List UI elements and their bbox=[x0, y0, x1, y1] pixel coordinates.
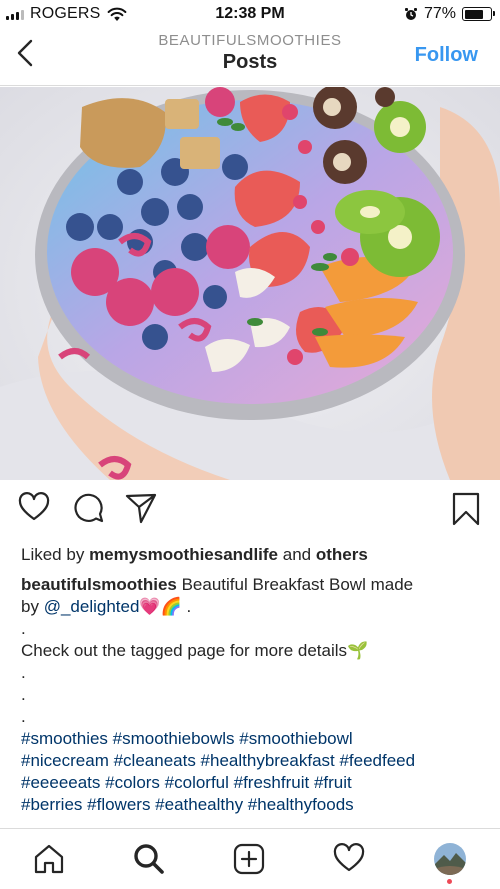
status-bar: ROGERS 12:38 PM 77% bbox=[0, 0, 500, 28]
comment-icon[interactable] bbox=[73, 492, 105, 524]
post-header: BEAUTIFULSMOOTHIES Posts Follow bbox=[0, 28, 500, 86]
avatar bbox=[434, 843, 466, 875]
caption-dot: . bbox=[21, 685, 26, 704]
caption-dot: . bbox=[21, 663, 26, 682]
bottom-nav bbox=[0, 828, 500, 889]
likes-line: Liked by memysmoothiesandlife and others bbox=[21, 544, 486, 566]
battery-fill bbox=[464, 9, 483, 19]
liked-by-others-link[interactable]: others bbox=[316, 545, 368, 564]
hashtag-line[interactable]: #berries #flowers #eathealthy #healthyfo… bbox=[21, 794, 486, 816]
caption-text: Beautiful Breakfast Bowl made bbox=[181, 575, 414, 594]
smoothie-bowl-image bbox=[0, 87, 500, 480]
liked-by-prefix: Liked by bbox=[21, 545, 85, 564]
status-right: 77% bbox=[404, 5, 495, 23]
avatar-image bbox=[434, 843, 466, 875]
new-post-icon[interactable] bbox=[233, 843, 265, 875]
caption-dot: . bbox=[21, 619, 26, 638]
liked-by-and: and bbox=[282, 545, 312, 564]
caption-by: by bbox=[21, 597, 39, 616]
alarm-icon bbox=[404, 8, 417, 20]
bookmark-icon[interactable] bbox=[452, 492, 480, 526]
heart-icon[interactable] bbox=[18, 492, 50, 522]
search-icon[interactable] bbox=[133, 843, 165, 875]
activity-icon[interactable] bbox=[333, 843, 365, 873]
post-actions bbox=[0, 492, 500, 532]
mention-link[interactable]: @_delighted bbox=[44, 597, 140, 616]
profile-avatar[interactable] bbox=[434, 843, 466, 887]
notification-dot bbox=[447, 879, 452, 884]
share-icon[interactable] bbox=[125, 492, 157, 524]
battery-icon bbox=[462, 7, 495, 21]
hashtag-line[interactable]: #nicecream #cleaneats #healthybreakfast … bbox=[21, 750, 486, 772]
tagged-page-line: Check out the tagged page for more detai… bbox=[21, 641, 369, 660]
caption-line-2: by @_delighted💗🌈 . bbox=[21, 596, 486, 618]
hashtag-line[interactable]: #eeeeeats #colors #colorful #freshfruit … bbox=[21, 772, 486, 794]
caption-emoji: 💗🌈 . bbox=[139, 597, 192, 616]
home-icon[interactable] bbox=[33, 843, 65, 875]
caption-dot: . bbox=[21, 707, 26, 726]
caption-line-1: beautifulsmoothies Beautiful Breakfast B… bbox=[21, 574, 486, 596]
battery-percent: 77% bbox=[423, 5, 456, 22]
liked-by-user-link[interactable]: memysmoothiesandlife bbox=[89, 545, 278, 564]
hashtag-line[interactable]: #smoothies #smoothiebowls #smoothiebowl bbox=[21, 728, 486, 750]
author-username-link[interactable]: beautifulsmoothies bbox=[21, 575, 177, 594]
post-photo[interactable] bbox=[0, 87, 500, 480]
follow-button[interactable]: Follow bbox=[415, 44, 478, 67]
post-caption: Liked by memysmoothiesandlife and others… bbox=[21, 544, 486, 816]
